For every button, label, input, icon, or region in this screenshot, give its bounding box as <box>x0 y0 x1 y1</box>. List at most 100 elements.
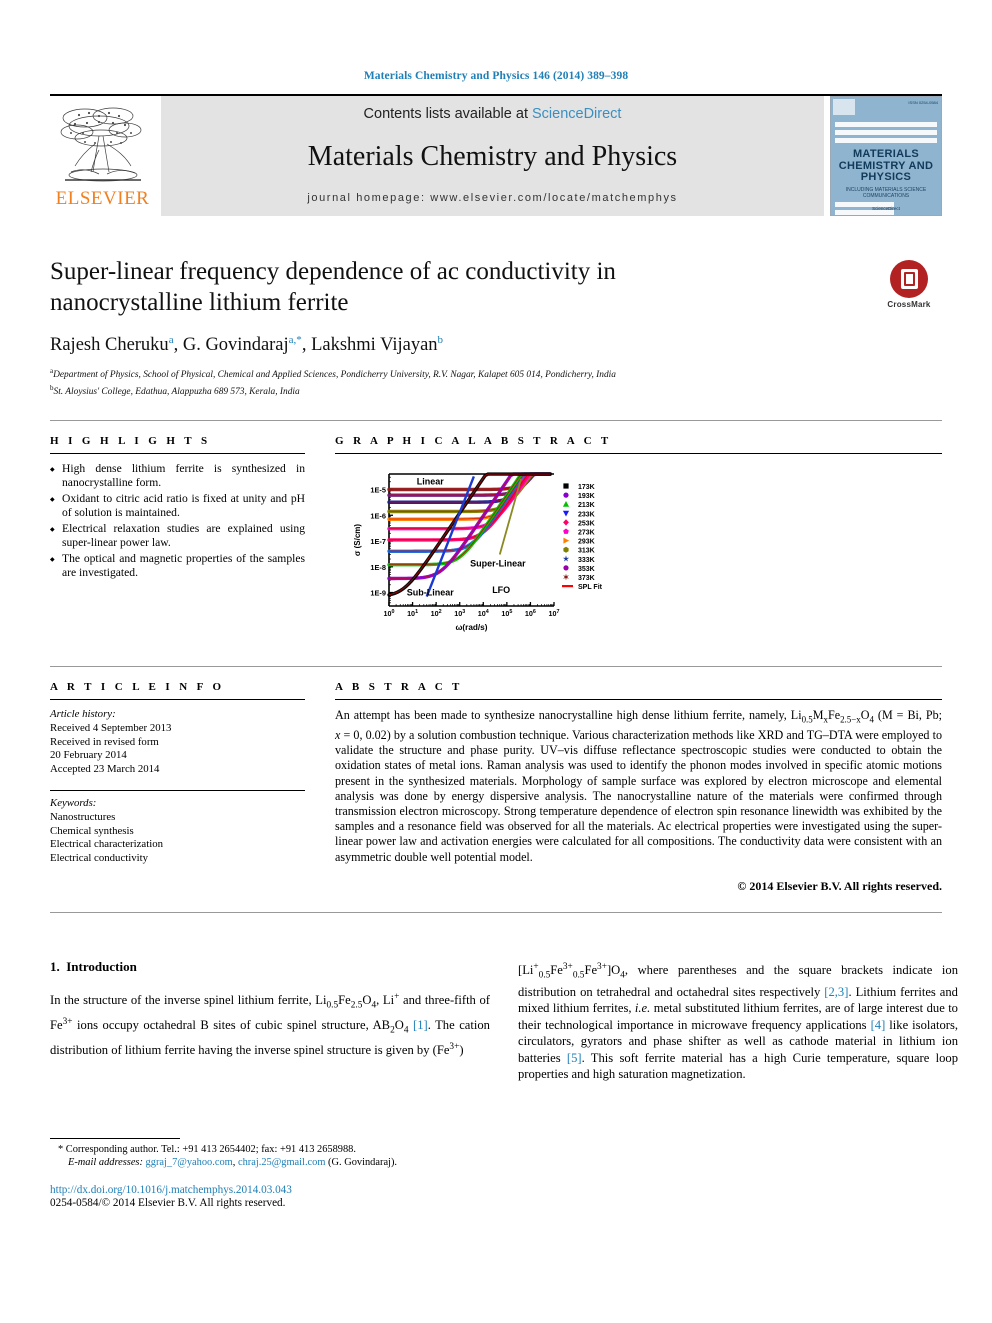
author-name[interactable]: Rajesh Cheruku <box>50 335 169 355</box>
elsevier-logo[interactable]: ELSEVIER <box>50 96 155 216</box>
cover-bar <box>835 130 937 135</box>
svg-text:SPL Fit: SPL Fit <box>578 585 603 592</box>
author-name[interactable]: G. Govindaraj <box>183 335 289 355</box>
crossmark-label: CrossMark <box>887 300 931 309</box>
article-history-item: 20 February 2014 <box>50 749 127 762</box>
journal-band: Contents lists available at ScienceDirec… <box>161 96 824 216</box>
abstract-heading: A B S T R A C T <box>335 681 463 694</box>
keyword-item[interactable]: Chemical synthesis <box>50 825 305 839</box>
svg-text:σ (S/cm): σ (S/cm) <box>353 524 362 556</box>
list-item: The optical and magnetic properties of t… <box>50 552 305 580</box>
graphical-abstract-column: G R A P H I C A L A B S T R A C T 1E-9 1E… <box>335 421 942 642</box>
article-history-item: Received 4 September 2013 <box>50 722 172 734</box>
abstract-text: An attempt has been made to synthesize n… <box>335 708 943 864</box>
svg-text:103: 103 <box>454 609 465 618</box>
svg-text:1E-6: 1E-6 <box>370 512 386 521</box>
cover-title-line3: PHYSICS <box>860 171 912 183</box>
author-list: Rajesh Cherukua, G. Govindaraja,*, Laksh… <box>50 334 444 356</box>
article-history-label: Article history: <box>50 708 116 721</box>
cover-publisher-logo-icon <box>833 99 855 115</box>
journal-homepage[interactable]: journal homepage: www.elsevier.com/locat… <box>307 192 677 204</box>
body-column-right: [Li+0.5Fe3+0.5Fe3+]O4, where parentheses… <box>518 959 958 1209</box>
svg-text:102: 102 <box>431 609 442 618</box>
footnote-rule <box>50 1137 180 1139</box>
graphical-abstract-rule <box>335 453 942 455</box>
svg-text:Linear: Linear <box>417 477 445 487</box>
svg-text:LFO: LFO <box>492 585 510 595</box>
svg-text:Sub-Linear: Sub-Linear <box>407 588 455 598</box>
body-column-left: 1. Introduction In the structure of the … <box>50 959 490 1209</box>
paper-page: Materials Chemistry and Physics 146 (201… <box>0 0 992 1323</box>
svg-text:105: 105 <box>501 609 512 618</box>
keyword-item[interactable]: Electrical conductivity <box>50 852 305 866</box>
svg-text:ω(rad/s): ω(rad/s) <box>456 623 488 632</box>
highlights-column: H I G H L I G H T S High dense lithium f… <box>50 421 305 642</box>
body-section-rule <box>50 911 942 913</box>
keyword-item[interactable]: Nanostructures <box>50 811 305 825</box>
elsevier-wordmark: ELSEVIER <box>55 188 150 209</box>
email-suffix: (G. Govindaraj). <box>328 1157 398 1169</box>
svg-text:107: 107 <box>549 609 560 618</box>
svg-text:213K: 213K <box>578 503 595 510</box>
journal-cover-thumbnail[interactable]: ISSN 0254-0584 MATERIALS CHEMISTRY AND P… <box>830 96 942 216</box>
doi-link[interactable]: http://dx.doi.org/10.1016/j.matchemphys.… <box>50 1184 490 1196</box>
article-history-item: Received in revised form <box>50 735 159 748</box>
highlights-heading: H I G H L I G H T S <box>50 435 211 448</box>
corresponding-author-note: * Corresponding author. Tel.: +91 413 26… <box>50 1143 490 1157</box>
journal-masthead: ELSEVIER Contents lists available at Sci… <box>50 96 942 216</box>
affiliation-a: aDepartment of Physics, School of Physic… <box>50 365 942 382</box>
citation-ref[interactable]: [4] <box>871 1018 886 1032</box>
author-name[interactable]: Lakshmi Vijayan <box>311 335 437 355</box>
graphical-abstract-heading: G R A P H I C A L A B S T R A C T <box>335 435 612 448</box>
svg-text:273K: 273K <box>578 530 595 537</box>
cover-inner: MATERIALS CHEMISTRY AND PHYSICS INCLUDIN… <box>835 119 937 215</box>
svg-text:101: 101 <box>407 609 418 618</box>
affiliation-b: bSt. Aloysius' College, Edathua, Alappuz… <box>50 382 942 399</box>
article-info-column: A R T I C L E I N F O Article history: R… <box>50 667 305 893</box>
svg-text:193K: 193K <box>578 494 595 501</box>
email-link-1[interactable]: ggraj_7@yahoo.com <box>146 1157 233 1168</box>
cover-bar <box>835 122 937 127</box>
list-item: Oxidant to citric acid ratio is fixed at… <box>50 492 305 520</box>
cover-title-line1: MATERIALS <box>852 148 920 160</box>
title-block: CrossMark Super-linear frequency depende… <box>50 256 942 398</box>
article-history: Article history: Received 4 September 20… <box>50 708 305 776</box>
cover-issn-text: ISSN 0254-0584 <box>908 100 938 105</box>
crossmark-badge[interactable]: CrossMark <box>876 260 942 309</box>
elsevier-tree-icon <box>60 107 141 182</box>
contents-prefix: Contents lists available at <box>363 106 532 122</box>
svg-text:1E-8: 1E-8 <box>370 563 386 572</box>
cover-subtitle: INCLUDING MATERIALS SCIENCE COMMUNICATIO… <box>845 186 927 199</box>
crossmark-icon <box>890 260 928 298</box>
abstract-column: A B S T R A C T An attempt has been made… <box>335 667 942 893</box>
page-title: Super-linear frequency dependence of ac … <box>50 258 616 316</box>
list-item: High dense lithium ferrite is synthesize… <box>50 462 305 490</box>
conductivity-chart-svg: 1E-9 1E-8 1E-7 1E-6 1E-5 100 101 102 103 104 105 10… <box>353 472 603 632</box>
svg-text:233K: 233K <box>578 512 595 519</box>
sciencedirect-link[interactable]: ScienceDirect <box>532 106 621 122</box>
citation-ref[interactable]: [1] <box>413 1018 428 1032</box>
author-affil-mark: b <box>437 334 444 346</box>
email-label: E-mail addresses: <box>68 1157 143 1169</box>
info-abstract-row: A R T I C L E I N F O Article history: R… <box>50 667 942 893</box>
citation-ref[interactable]: [5] <box>567 1051 582 1065</box>
svg-text:1E-9: 1E-9 <box>370 589 386 598</box>
svg-text:104: 104 <box>478 609 489 618</box>
highlights-graphical-row: H I G H L I G H T S High dense lithium f… <box>50 421 942 642</box>
intro-paragraph-col2: [Li+0.5Fe3+0.5Fe3+]O4, where parentheses… <box>518 961 958 1081</box>
journal-title: Materials Chemistry and Physics <box>307 141 678 172</box>
article-history-item: Accepted 23 March 2014 <box>50 762 160 775</box>
citation-ref[interactable]: [2,3] <box>824 985 848 999</box>
svg-text:293K: 293K <box>578 539 595 546</box>
svg-text:373K: 373K <box>578 575 595 582</box>
svg-text:1E-7: 1E-7 <box>370 537 386 546</box>
svg-text:100: 100 <box>384 609 395 618</box>
conductivity-chart: 1E-9 1E-8 1E-7 1E-6 1E-5 100 101 102 103 104 105 10… <box>349 466 659 642</box>
email-link-2[interactable]: chraj.25@gmail.com <box>238 1157 325 1168</box>
article-info-heading: A R T I C L E I N F O <box>50 681 225 694</box>
body-columns: 1. Introduction In the structure of the … <box>50 959 958 1209</box>
keywords-block: Keywords: Nanostructures Chemical synthe… <box>50 797 305 865</box>
abstract-rule <box>335 699 942 701</box>
keyword-item[interactable]: Electrical characterization <box>50 838 305 852</box>
contents-line: Contents lists available at ScienceDirec… <box>364 106 622 122</box>
